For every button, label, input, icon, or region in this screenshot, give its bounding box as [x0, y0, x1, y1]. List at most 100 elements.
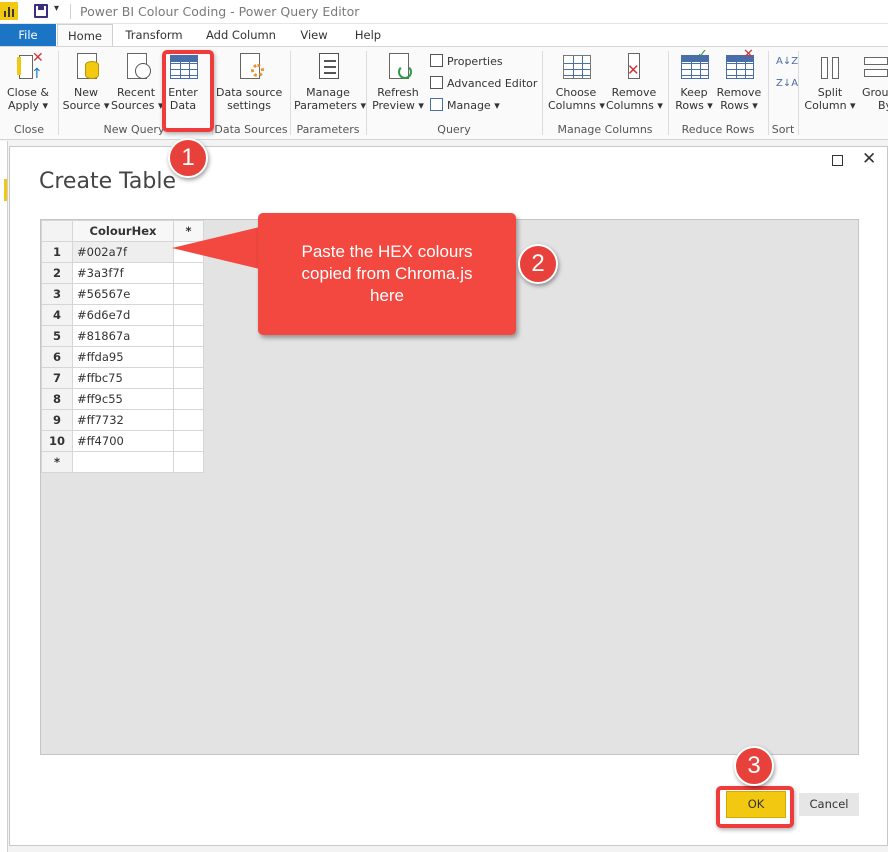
group-label-new-query: New Query: [103, 123, 165, 136]
close-apply-button[interactable]: ✕ ↑ Close & Apply ▾: [4, 51, 52, 112]
cell-value[interactable]: #ff4700: [72, 430, 174, 452]
row-number: 8: [41, 388, 73, 410]
cell-value[interactable]: #ffbc75: [72, 367, 174, 389]
cell-value[interactable]: #6d6e7d: [72, 304, 174, 326]
recent-sources-button[interactable]: Recent Sources ▾: [111, 51, 164, 112]
advanced-editor-icon: [430, 76, 443, 89]
empty-cell[interactable]: [173, 409, 204, 431]
row-number: 7: [41, 367, 73, 389]
maximize-icon[interactable]: [832, 155, 843, 166]
new-row-marker[interactable]: *: [41, 451, 73, 473]
group-label-parameters: Parameters: [296, 123, 360, 136]
title-divider: [70, 4, 71, 19]
remove-columns-icon: ✕: [619, 51, 649, 83]
dialog-title: Create Table: [39, 169, 176, 194]
manage-button[interactable]: Manage ▾: [430, 97, 500, 115]
tab-file[interactable]: File: [0, 24, 56, 46]
close-icon[interactable]: ✕: [862, 149, 876, 169]
table-row: 7 #ffbc75: [41, 367, 204, 389]
highlight-enter-data: [162, 50, 214, 132]
advanced-editor-button[interactable]: Advanced Editor: [430, 75, 537, 93]
empty-cell[interactable]: [173, 283, 204, 305]
table-row: 5 #81867a: [41, 325, 204, 347]
empty-cell[interactable]: [173, 451, 204, 473]
tab-add-column[interactable]: Add Column: [198, 24, 284, 46]
tab-transform[interactable]: Transform: [118, 24, 190, 46]
remove-rows-button[interactable]: ✕ Remove Rows ▾: [716, 48, 762, 112]
cell-value[interactable]: #002a7f: [72, 241, 174, 263]
table-row: 10 #ff4700: [41, 430, 204, 452]
properties-button[interactable]: Properties: [430, 53, 503, 71]
tab-view[interactable]: View: [292, 24, 336, 46]
title-bar: ▾ Power BI Colour Coding - Power Query E…: [0, 0, 888, 24]
empty-cell[interactable]: [173, 388, 204, 410]
row-number: 9: [41, 409, 73, 431]
empty-cell[interactable]: [72, 451, 174, 473]
choose-columns-button[interactable]: Choose Columns ▾: [548, 51, 605, 112]
callout-line-1: Paste the HEX colours: [301, 242, 473, 261]
cell-value[interactable]: #81867a: [72, 325, 174, 347]
empty-cell[interactable]: [173, 367, 204, 389]
column-header-colourhex[interactable]: ColourHex: [72, 220, 174, 242]
table-row: 8 #ff9c55: [41, 388, 204, 410]
split-column-button[interactable]: Split Column ▾: [804, 51, 856, 112]
empty-cell[interactable]: [173, 304, 204, 326]
cell-value[interactable]: #ffda95: [72, 346, 174, 368]
group-label-manage-columns: Manage Columns: [557, 123, 653, 136]
row-number: 5: [41, 325, 73, 347]
instruction-callout: Paste the HEX colours copied from Chroma…: [258, 213, 516, 335]
refresh-icon: [383, 51, 413, 83]
data-source-settings-icon: [234, 51, 264, 83]
row-number: 4: [41, 304, 73, 326]
parameters-icon: [313, 51, 343, 83]
tab-home[interactable]: Home: [57, 24, 113, 47]
row-number: 2: [41, 262, 73, 284]
cell-value[interactable]: #3a3f7f: [72, 262, 174, 284]
split-column-icon: [815, 51, 845, 83]
callout-pointer: [172, 224, 272, 272]
group-label-close: Close: [14, 123, 44, 136]
remove-columns-button[interactable]: ✕ Remove Columns ▾: [606, 51, 663, 112]
query-pane-edge: [0, 141, 8, 852]
group-by-button[interactable]: Grou By: [858, 51, 888, 112]
cell-value[interactable]: #ff7732: [72, 409, 174, 431]
refresh-preview-button[interactable]: Refresh Preview ▾: [372, 51, 424, 112]
new-source-button[interactable]: New Source ▾: [62, 51, 110, 112]
step-badge-3: 3: [734, 746, 774, 786]
sort-descending-button[interactable]: Z↓A: [776, 75, 798, 93]
callout-line-3: here: [369, 286, 405, 305]
properties-icon: [430, 54, 443, 67]
new-row: *: [41, 451, 204, 473]
group-by-icon: [862, 51, 888, 83]
row-number: 10: [41, 430, 73, 452]
row-number: 1: [41, 241, 73, 263]
sort-ascending-button[interactable]: A↓Z: [776, 53, 798, 71]
sort-descending-icon: Z↓A: [776, 78, 799, 89]
step-badge-2: 2: [518, 244, 558, 284]
quick-access-dropdown[interactable]: ▾: [54, 3, 59, 14]
cell-value[interactable]: #56567e: [72, 283, 174, 305]
sort-ascending-icon: A↓Z: [776, 56, 799, 67]
empty-cell[interactable]: [173, 325, 204, 347]
close-apply-icon: ✕ ↑: [13, 51, 44, 83]
manage-parameters-button[interactable]: Manage Parameters ▾: [294, 51, 366, 112]
ribbon-tabs: File Home Transform Add Column View Help: [0, 24, 888, 47]
recent-sources-icon: [121, 51, 151, 83]
row-number: 3: [41, 283, 73, 305]
save-icon[interactable]: [34, 4, 48, 18]
empty-cell[interactable]: [173, 346, 204, 368]
keep-rows-button[interactable]: ✓ Keep Rows ▾: [672, 48, 716, 112]
group-label-sort: Sort: [771, 123, 795, 136]
empty-cell[interactable]: [173, 430, 204, 452]
group-label-query: Query: [437, 123, 471, 136]
table-row: 6 #ffda95: [41, 346, 204, 368]
data-source-settings-button[interactable]: Data source settings: [216, 51, 282, 112]
new-source-icon: [71, 51, 101, 83]
cancel-button[interactable]: Cancel: [799, 793, 859, 816]
choose-columns-icon: [561, 51, 591, 83]
table-row: 9 #ff7732: [41, 409, 204, 431]
group-label-reduce-rows: Reduce Rows: [681, 123, 755, 136]
power-bi-logo-icon: [0, 2, 18, 20]
tab-help[interactable]: Help: [344, 24, 392, 46]
cell-value[interactable]: #ff9c55: [72, 388, 174, 410]
